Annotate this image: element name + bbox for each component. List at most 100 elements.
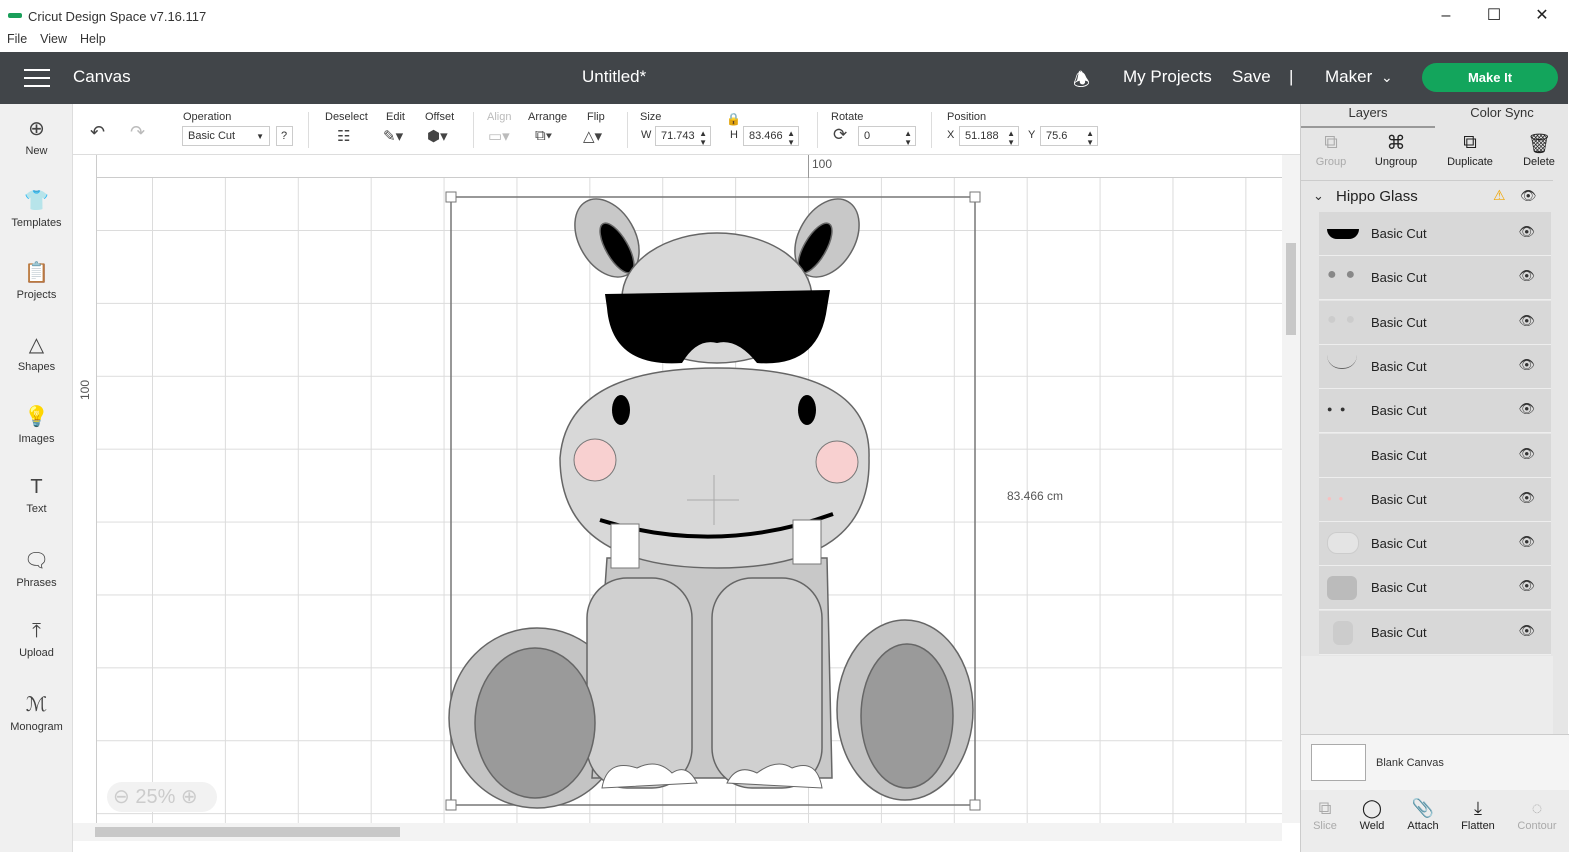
zoom-out-button[interactable]: ⊖ bbox=[113, 786, 130, 808]
delete-button[interactable]: 🗑 Delete bbox=[1504, 132, 1574, 168]
layer-item[interactable]: Basic Cut 👁 bbox=[1319, 610, 1551, 655]
eye-icon[interactable]: 👁 bbox=[1518, 623, 1535, 639]
eye-icon[interactable]: 👁 bbox=[1518, 224, 1535, 240]
ungroup-button[interactable]: ⌘ Ungroup bbox=[1361, 132, 1431, 168]
eye-icon[interactable]: 👁 bbox=[1518, 490, 1535, 506]
operation-value: Basic Cut bbox=[188, 130, 236, 142]
rotate-icon[interactable]: ⟳ bbox=[833, 125, 847, 145]
minimize-button[interactable]: – bbox=[1426, 4, 1466, 28]
contour-button[interactable]: ◌ Contour bbox=[1509, 798, 1565, 832]
eye-icon[interactable]: 👁 bbox=[1518, 446, 1535, 462]
deselect-icon[interactable]: ☷ bbox=[337, 127, 350, 145]
layer-thumbnail: ● ● bbox=[1327, 404, 1346, 415]
maximize-button[interactable]: ☐ bbox=[1474, 4, 1514, 28]
stepper-icon[interactable]: ▲ ▼ bbox=[1086, 129, 1094, 147]
sidebar-item-upload[interactable]: ⤒ Upload bbox=[0, 620, 73, 659]
help-button[interactable]: ? bbox=[276, 126, 293, 146]
zoom-in-button[interactable]: ⊕ bbox=[181, 786, 198, 808]
x-input[interactable]: 51.188 ▲ ▼ bbox=[959, 126, 1019, 147]
vertical-scrollbar[interactable] bbox=[1282, 155, 1300, 823]
layer-label: Basic Cut bbox=[1371, 270, 1427, 286]
layer-item[interactable]: Basic Cut 👁 bbox=[1319, 212, 1551, 256]
stepper-icon[interactable]: ▲ ▼ bbox=[699, 129, 707, 147]
sidebar-item-shapes[interactable]: △ Shapes bbox=[0, 332, 73, 373]
width-input[interactable]: 71.743 ▲ ▼ bbox=[655, 126, 711, 147]
blank-canvas-label: Blank Canvas bbox=[1376, 757, 1444, 769]
zoom-level: 25% bbox=[135, 786, 176, 808]
lock-icon[interactable]: 🔒 bbox=[726, 112, 741, 126]
flatten-icon: ⤓ bbox=[1474, 798, 1482, 818]
layer-item[interactable]: Basic Cut 👁 bbox=[1319, 433, 1551, 478]
undo-icon[interactable]: ↶ bbox=[90, 122, 105, 143]
weld-button[interactable]: ◯ Weld bbox=[1344, 798, 1400, 832]
layer-item[interactable]: Basic Cut 👁 bbox=[1319, 522, 1551, 567]
eye-icon[interactable]: 👁 bbox=[1518, 268, 1535, 284]
layer-item[interactable]: Basic Cut 👁 bbox=[1319, 344, 1551, 389]
eye-icon[interactable]: 👁 bbox=[1518, 401, 1535, 417]
group-button[interactable]: ⧉ Group bbox=[1296, 132, 1366, 168]
make-it-button[interactable]: Make It bbox=[1422, 63, 1558, 92]
sidebar-item-images[interactable]: 💡 Images bbox=[0, 404, 73, 445]
sidebar-item-templates[interactable]: 👕 Templates bbox=[0, 188, 73, 229]
hippo-design[interactable] bbox=[97, 178, 1282, 823]
layer-item[interactable]: Basic Cut 👁 bbox=[1319, 566, 1551, 611]
sidebar-item-monogram[interactable]: ℳ Monogram bbox=[0, 692, 73, 733]
design-canvas[interactable]: 83.466 cm ⊖ 25% ⊕ bbox=[97, 178, 1282, 823]
rotate-input[interactable]: 0 ▲ ▼ bbox=[858, 126, 916, 147]
bottom-actions: ⧉ Slice ◯ Weld 📎 Attach ⤓ Flatten ◌ Contour bbox=[1301, 790, 1569, 852]
attach-button[interactable]: 📎 Attach bbox=[1395, 798, 1451, 832]
operation-select[interactable]: Basic Cut ▼ bbox=[182, 126, 270, 146]
eye-icon[interactable]: 👁 bbox=[1518, 313, 1535, 329]
tab-color-sync[interactable]: Color Sync bbox=[1435, 104, 1569, 128]
blank-canvas-row[interactable]: Blank Canvas bbox=[1301, 734, 1569, 790]
height-input[interactable]: 83.466 ▲ ▼ bbox=[743, 126, 799, 147]
menu-view[interactable]: View bbox=[40, 32, 67, 46]
sidebar-item-projects[interactable]: 📋 Projects bbox=[0, 260, 73, 301]
horizontal-scrollbar[interactable] bbox=[73, 823, 1282, 841]
bell-icon[interactable]: 🕭 bbox=[1073, 66, 1090, 98]
eye-icon[interactable]: 👁 bbox=[1518, 357, 1535, 373]
pencil-icon[interactable]: ✎▾ bbox=[383, 127, 403, 145]
sidebar-item-phrases[interactable]: 🗨 Phrases bbox=[0, 548, 73, 589]
menu-file[interactable]: File bbox=[7, 32, 27, 46]
align-icon[interactable]: ▭▾ bbox=[488, 127, 510, 145]
hamburger-menu-icon[interactable] bbox=[24, 69, 50, 87]
arrange-icon[interactable]: ⧉▾ bbox=[535, 127, 552, 144]
warning-icon[interactable]: ⚠ bbox=[1493, 187, 1506, 204]
weld-icon: ◯ bbox=[1361, 798, 1383, 818]
close-button[interactable]: ✕ bbox=[1522, 4, 1562, 28]
layer-item[interactable]: ● ● Basic Cut 👁 bbox=[1319, 477, 1551, 522]
contour-icon: ◌ bbox=[1531, 798, 1543, 818]
sidebar-item-text[interactable]: T Text bbox=[0, 476, 73, 515]
layer-item[interactable]: ● ● Basic Cut 👁 bbox=[1319, 300, 1551, 345]
left-sidebar: ⊕ New 👕 Templates 📋 Projects △ Shapes 💡 Image… bbox=[0, 104, 73, 852]
stepper-icon[interactable]: ▲ ▼ bbox=[787, 129, 795, 147]
arrange-label: Arrange bbox=[528, 111, 568, 123]
tab-layers[interactable]: Layers bbox=[1301, 104, 1435, 128]
duplicate-button[interactable]: ⧉ Duplicate bbox=[1435, 132, 1505, 168]
sidebar-item-new[interactable]: ⊕ New bbox=[0, 116, 73, 157]
chevron-down-icon[interactable]: ⌄ bbox=[1381, 69, 1393, 86]
layer-item[interactable]: ● ● Basic Cut 👁 bbox=[1319, 389, 1551, 434]
offset-icon[interactable]: ⬢▾ bbox=[427, 127, 448, 145]
save-button[interactable]: Save bbox=[1232, 67, 1271, 87]
chevron-down-icon[interactable]: ⌄ bbox=[1313, 188, 1324, 204]
menu-help[interactable]: Help bbox=[80, 32, 106, 46]
stepper-icon[interactable]: ▲ ▼ bbox=[1007, 129, 1015, 147]
y-input[interactable]: 75.6 ▲ ▼ bbox=[1040, 126, 1098, 147]
eye-icon[interactable]: 👁 bbox=[1518, 534, 1535, 550]
my-projects-link[interactable]: My Projects bbox=[1123, 67, 1212, 87]
stepper-icon[interactable]: ▲ ▼ bbox=[904, 129, 912, 147]
flatten-button[interactable]: ⤓ Flatten bbox=[1450, 798, 1506, 832]
redo-icon[interactable]: ↷ bbox=[130, 122, 145, 143]
document-title[interactable]: Untitled* bbox=[582, 67, 646, 87]
eye-icon[interactable]: 👁 bbox=[1518, 578, 1535, 594]
horizontal-ruler: 100 bbox=[97, 155, 1282, 178]
dropdown-arrow-icon: ▼ bbox=[256, 132, 264, 141]
machine-select[interactable]: Maker bbox=[1325, 67, 1372, 87]
flip-icon[interactable]: △▾ bbox=[583, 127, 602, 145]
layer-group-header[interactable]: ⌄ Hippo Glass ⚠ 👁 bbox=[1301, 180, 1553, 212]
eye-icon[interactable]: 👁 bbox=[1520, 188, 1537, 204]
vertical-ruler: 100 bbox=[73, 155, 97, 823]
layer-item[interactable]: ● ● Basic Cut 👁 bbox=[1319, 256, 1551, 301]
